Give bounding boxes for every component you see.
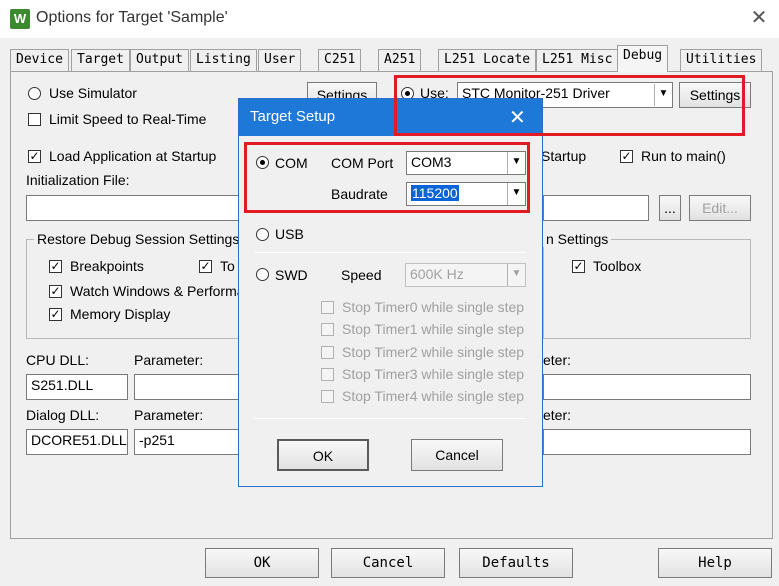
- cancel-button[interactable]: Cancel: [331, 548, 445, 578]
- stop-timer3-checkbox[interactable]: [321, 368, 334, 381]
- window-title: Options for Target 'Sample': [36, 9, 228, 26]
- param-label-right-1: eter:: [543, 352, 572, 368]
- usb-radio[interactable]: [256, 228, 269, 241]
- dialog-dll-input[interactable]: DCORE51.DLL: [26, 429, 128, 455]
- swd-radio[interactable]: [256, 268, 269, 281]
- cpu-param-label: Parameter:: [134, 352, 204, 368]
- limit-speed-label: Limit Speed to Real-Time: [49, 111, 207, 127]
- tab-debug[interactable]: Debug: [617, 45, 669, 72]
- toolbox-checkbox-left[interactable]: ✓: [199, 260, 212, 273]
- limit-speed-checkbox[interactable]: [28, 113, 41, 126]
- stop-timer1-checkbox[interactable]: [321, 323, 334, 336]
- stop-timer0-label: Stop Timer0 while single step: [342, 299, 525, 315]
- toolbox-checkbox-right[interactable]: ✓: [572, 260, 585, 273]
- load-app-checkbox[interactable]: ✓: [28, 150, 41, 163]
- window-title-bar: W Options for Target 'Sample' ✕: [0, 0, 779, 38]
- init-file-input-right[interactable]: [543, 195, 649, 221]
- dialog-param-label: Parameter:: [134, 407, 204, 423]
- tab-l251-misc[interactable]: L251 Misc: [536, 49, 619, 71]
- tab-utilities[interactable]: Utilities: [680, 49, 763, 71]
- use-simulator-radio[interactable]: [28, 87, 41, 100]
- cpu-param-input[interactable]: [134, 374, 242, 400]
- toolbox-label-right: Toolbox: [593, 258, 642, 274]
- defaults-button[interactable]: Defaults: [459, 548, 573, 578]
- chevron-down-icon[interactable]: ▼: [507, 264, 525, 286]
- swd-label: SWD: [275, 267, 308, 283]
- speed-value: 600K Hz: [410, 266, 464, 282]
- dialog-param-input[interactable]: -p251: [134, 429, 242, 455]
- highlight-box-com: [244, 142, 530, 213]
- stop-timer4-label: Stop Timer4 while single step: [342, 388, 525, 404]
- param-label-right-2: eter:: [543, 407, 572, 423]
- dialog-dll-label: Dialog DLL:: [26, 407, 100, 423]
- stop-timer2-label: Stop Timer2 while single step: [342, 344, 525, 360]
- target-setup-title: Target Setup: [250, 108, 336, 125]
- dialog-cancel-button[interactable]: Cancel: [411, 439, 503, 471]
- cpu-dll-label: CPU DLL:: [26, 352, 90, 368]
- help-button[interactable]: Help: [658, 548, 772, 578]
- stop-timer3-label: Stop Timer3 while single step: [342, 366, 525, 382]
- tab-target[interactable]: Target: [71, 49, 130, 71]
- usb-label: USB: [275, 226, 304, 242]
- stop-timer4-checkbox[interactable]: [321, 390, 334, 403]
- run-to-main-label: Run to main(): [641, 148, 726, 164]
- target-setup-dialog: Target Setup ✕ COM COM Port COM3 ▼ Baudr…: [238, 98, 543, 487]
- run-to-main-checkbox[interactable]: ✓: [620, 150, 633, 163]
- separator: [254, 252, 526, 253]
- load-app-label: Load Application at Startup: [49, 148, 217, 164]
- dialog-ok-button[interactable]: OK: [277, 439, 369, 471]
- tab-user[interactable]: User: [258, 49, 302, 71]
- watch-windows-checkbox[interactable]: ✓: [49, 285, 62, 298]
- init-file-label: Initialization File:: [26, 172, 130, 188]
- highlight-box-driver: [394, 75, 745, 136]
- window-close-icon[interactable]: ✕: [748, 6, 770, 30]
- app-icon: W: [10, 9, 30, 29]
- separator: [254, 418, 526, 419]
- cpu-dll-input[interactable]: S251.DLL: [26, 374, 128, 400]
- breakpoints-label: Breakpoints: [70, 258, 144, 274]
- stop-timer2-checkbox[interactable]: [321, 346, 334, 359]
- restore-settings-title: Restore Debug Session Settings: [34, 231, 243, 247]
- tab-listing[interactable]: Listing: [190, 49, 257, 71]
- tab-a251[interactable]: A251: [378, 49, 422, 71]
- init-file-input[interactable]: [26, 195, 241, 221]
- memory-display-checkbox[interactable]: ✓: [49, 308, 62, 321]
- memory-display-label: Memory Display: [70, 306, 171, 322]
- restore-settings-group-right: [543, 239, 751, 339]
- edit-button[interactable]: Edit...: [689, 195, 751, 221]
- watch-windows-label: Watch Windows & Performar: [70, 283, 250, 299]
- tab-output[interactable]: Output: [130, 49, 189, 71]
- browse-button[interactable]: ...: [659, 195, 681, 221]
- load-startup-label: Startup: [541, 148, 587, 164]
- stop-timer1-label: Stop Timer1 while single step: [342, 321, 525, 337]
- breakpoints-checkbox[interactable]: ✓: [49, 260, 62, 273]
- speed-label: Speed: [341, 267, 382, 283]
- dialog-param-input-right[interactable]: [543, 429, 751, 455]
- tab-c251[interactable]: C251: [318, 49, 362, 71]
- ok-button[interactable]: OK: [205, 548, 319, 578]
- restore-settings-title-right: n Settings: [543, 231, 612, 247]
- stop-timer0-checkbox[interactable]: [321, 301, 334, 314]
- speed-select[interactable]: 600K Hz ▼: [405, 263, 526, 287]
- tab-device[interactable]: Device: [10, 49, 69, 71]
- toolbox-label-left: To: [220, 258, 235, 274]
- tab-l251-locate[interactable]: L251 Locate: [438, 49, 537, 71]
- use-simulator-label: Use Simulator: [49, 85, 137, 101]
- cpu-param-input-right[interactable]: [543, 374, 751, 400]
